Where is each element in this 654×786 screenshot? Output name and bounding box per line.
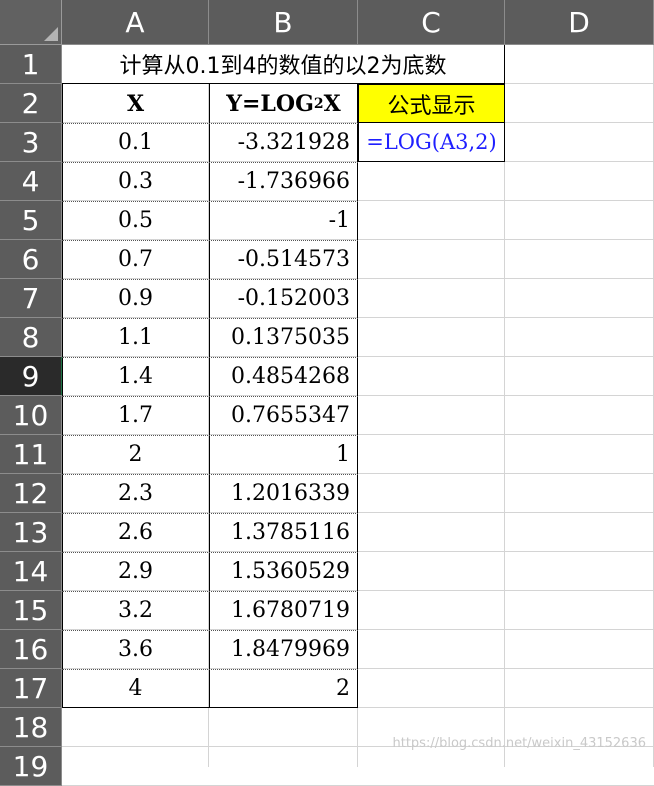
table-cell-y[interactable]: 1.5360529 bbox=[209, 552, 358, 591]
table-cell-y[interactable]: -1 bbox=[209, 201, 358, 240]
column-header-b[interactable]: B bbox=[209, 0, 358, 45]
header-x-cell[interactable]: X bbox=[62, 84, 209, 123]
table-cell-y[interactable]: 1.8479969 bbox=[209, 630, 358, 669]
row-header-3[interactable]: 3 bbox=[0, 123, 62, 162]
table-cell-x[interactable]: 1.4 bbox=[62, 357, 209, 396]
table-cell-y[interactable]: 0.7655347 bbox=[209, 396, 358, 435]
table-cell-y[interactable]: -3.321928 bbox=[209, 123, 358, 162]
table-cell-y[interactable]: 0.4854268 bbox=[209, 357, 358, 396]
row-header-6[interactable]: 6 bbox=[0, 240, 62, 279]
row-header-18[interactable]: 18 bbox=[0, 708, 62, 747]
table-cell-y[interactable]: -1.736966 bbox=[209, 162, 358, 201]
header-y-label-pre: Y=LOG bbox=[226, 90, 314, 117]
table-cell-y[interactable]: 1.6780719 bbox=[209, 591, 358, 630]
table-row-separator bbox=[62, 162, 358, 163]
formula-label-cell[interactable]: 公式显示 bbox=[358, 84, 505, 123]
table-cell-x[interactable]: 0.5 bbox=[62, 201, 209, 240]
table-cell-x[interactable]: 2.9 bbox=[62, 552, 209, 591]
row-header-13[interactable]: 13 bbox=[0, 513, 62, 552]
row-header-1[interactable]: 1 bbox=[0, 45, 62, 84]
table-cell-y[interactable]: 1 bbox=[209, 435, 358, 474]
table-cell-x[interactable]: 0.9 bbox=[62, 279, 209, 318]
spreadsheet: ABCD 1 2 3 4 5 6 7 8 9 10 11 12 13 14 15 16 17 18 19 计算从0.… bbox=[0, 0, 654, 786]
table-row-separator bbox=[62, 513, 358, 514]
table-cell-x[interactable]: 2.3 bbox=[62, 474, 209, 513]
column-header-d[interactable]: D bbox=[505, 0, 654, 45]
table-cell-x[interactable]: 2 bbox=[62, 435, 209, 474]
table-cell-y[interactable]: 2 bbox=[209, 669, 358, 708]
row-header-9[interactable]: 9 bbox=[0, 357, 63, 396]
table-cell-x[interactable]: 0.3 bbox=[62, 162, 209, 201]
row-header-10[interactable]: 10 bbox=[0, 396, 62, 435]
table-row-separator bbox=[62, 279, 358, 280]
row-header-17[interactable]: 17 bbox=[0, 669, 62, 708]
row-header-5[interactable]: 5 bbox=[0, 201, 62, 240]
row-header-2[interactable]: 2 bbox=[0, 84, 62, 123]
row-header-4[interactable]: 4 bbox=[0, 162, 62, 201]
table-cell-x[interactable]: 1.1 bbox=[62, 318, 209, 357]
table-cell-y[interactable]: 1.2016339 bbox=[209, 474, 358, 513]
header-y-label-sub: 2 bbox=[313, 95, 324, 112]
table-row-separator bbox=[62, 123, 358, 124]
header-x-label: X bbox=[126, 90, 145, 117]
table-cell-x[interactable]: 0.7 bbox=[62, 240, 209, 279]
table-cell-x[interactable]: 4 bbox=[62, 669, 209, 708]
table-cell-x[interactable]: 2.6 bbox=[62, 513, 209, 552]
table-row-separator bbox=[62, 240, 358, 241]
table-row-separator bbox=[62, 669, 358, 670]
table-cell-x[interactable]: 0.1 bbox=[62, 123, 209, 162]
table-row-separator bbox=[62, 357, 358, 358]
row-header-11[interactable]: 11 bbox=[0, 435, 62, 474]
table-cell-y[interactable]: 0.1375035 bbox=[209, 318, 358, 357]
formula-text-cell[interactable]: =LOG(A3,2) bbox=[358, 123, 505, 162]
row-header-7[interactable]: 7 bbox=[0, 279, 62, 318]
select-all-triangle-icon bbox=[44, 27, 58, 41]
table-cell-x[interactable]: 3.6 bbox=[62, 630, 209, 669]
row-header-12[interactable]: 12 bbox=[0, 474, 62, 513]
table-row-separator bbox=[62, 201, 358, 202]
title-cell[interactable]: 计算从0.1到4的数值的以2为底数 bbox=[62, 45, 505, 84]
row-header-15[interactable]: 15 bbox=[0, 591, 62, 630]
row-header-14[interactable]: 14 bbox=[0, 552, 62, 591]
row-header-16[interactable]: 16 bbox=[0, 630, 62, 669]
table-row-separator bbox=[62, 591, 358, 592]
table-cell-x[interactable]: 1.7 bbox=[62, 396, 209, 435]
table-cell-y[interactable]: 1.3785116 bbox=[209, 513, 358, 552]
table-row-separator bbox=[62, 396, 358, 397]
column-header-a[interactable]: A bbox=[62, 0, 209, 45]
select-all-corner[interactable] bbox=[0, 0, 62, 45]
row-header-8[interactable]: 8 bbox=[0, 318, 62, 357]
table-cell-y[interactable]: -0.152003 bbox=[209, 279, 358, 318]
watermark: https://blog.csdn.net/weixin_43152636 bbox=[392, 736, 646, 751]
table-row-separator bbox=[62, 474, 358, 475]
header-y-cell[interactable]: Y=LOG 2 X bbox=[209, 84, 358, 123]
header-y-label-post: X bbox=[323, 90, 341, 117]
table-cell-x[interactable]: 3.2 bbox=[62, 591, 209, 630]
table-row-separator bbox=[62, 318, 358, 319]
table-row-separator bbox=[62, 552, 358, 553]
table-row-separator bbox=[62, 435, 358, 436]
table-row-separator bbox=[62, 630, 358, 631]
table-cell-y[interactable]: -0.514573 bbox=[209, 240, 358, 279]
column-header-c[interactable]: C bbox=[358, 0, 505, 45]
